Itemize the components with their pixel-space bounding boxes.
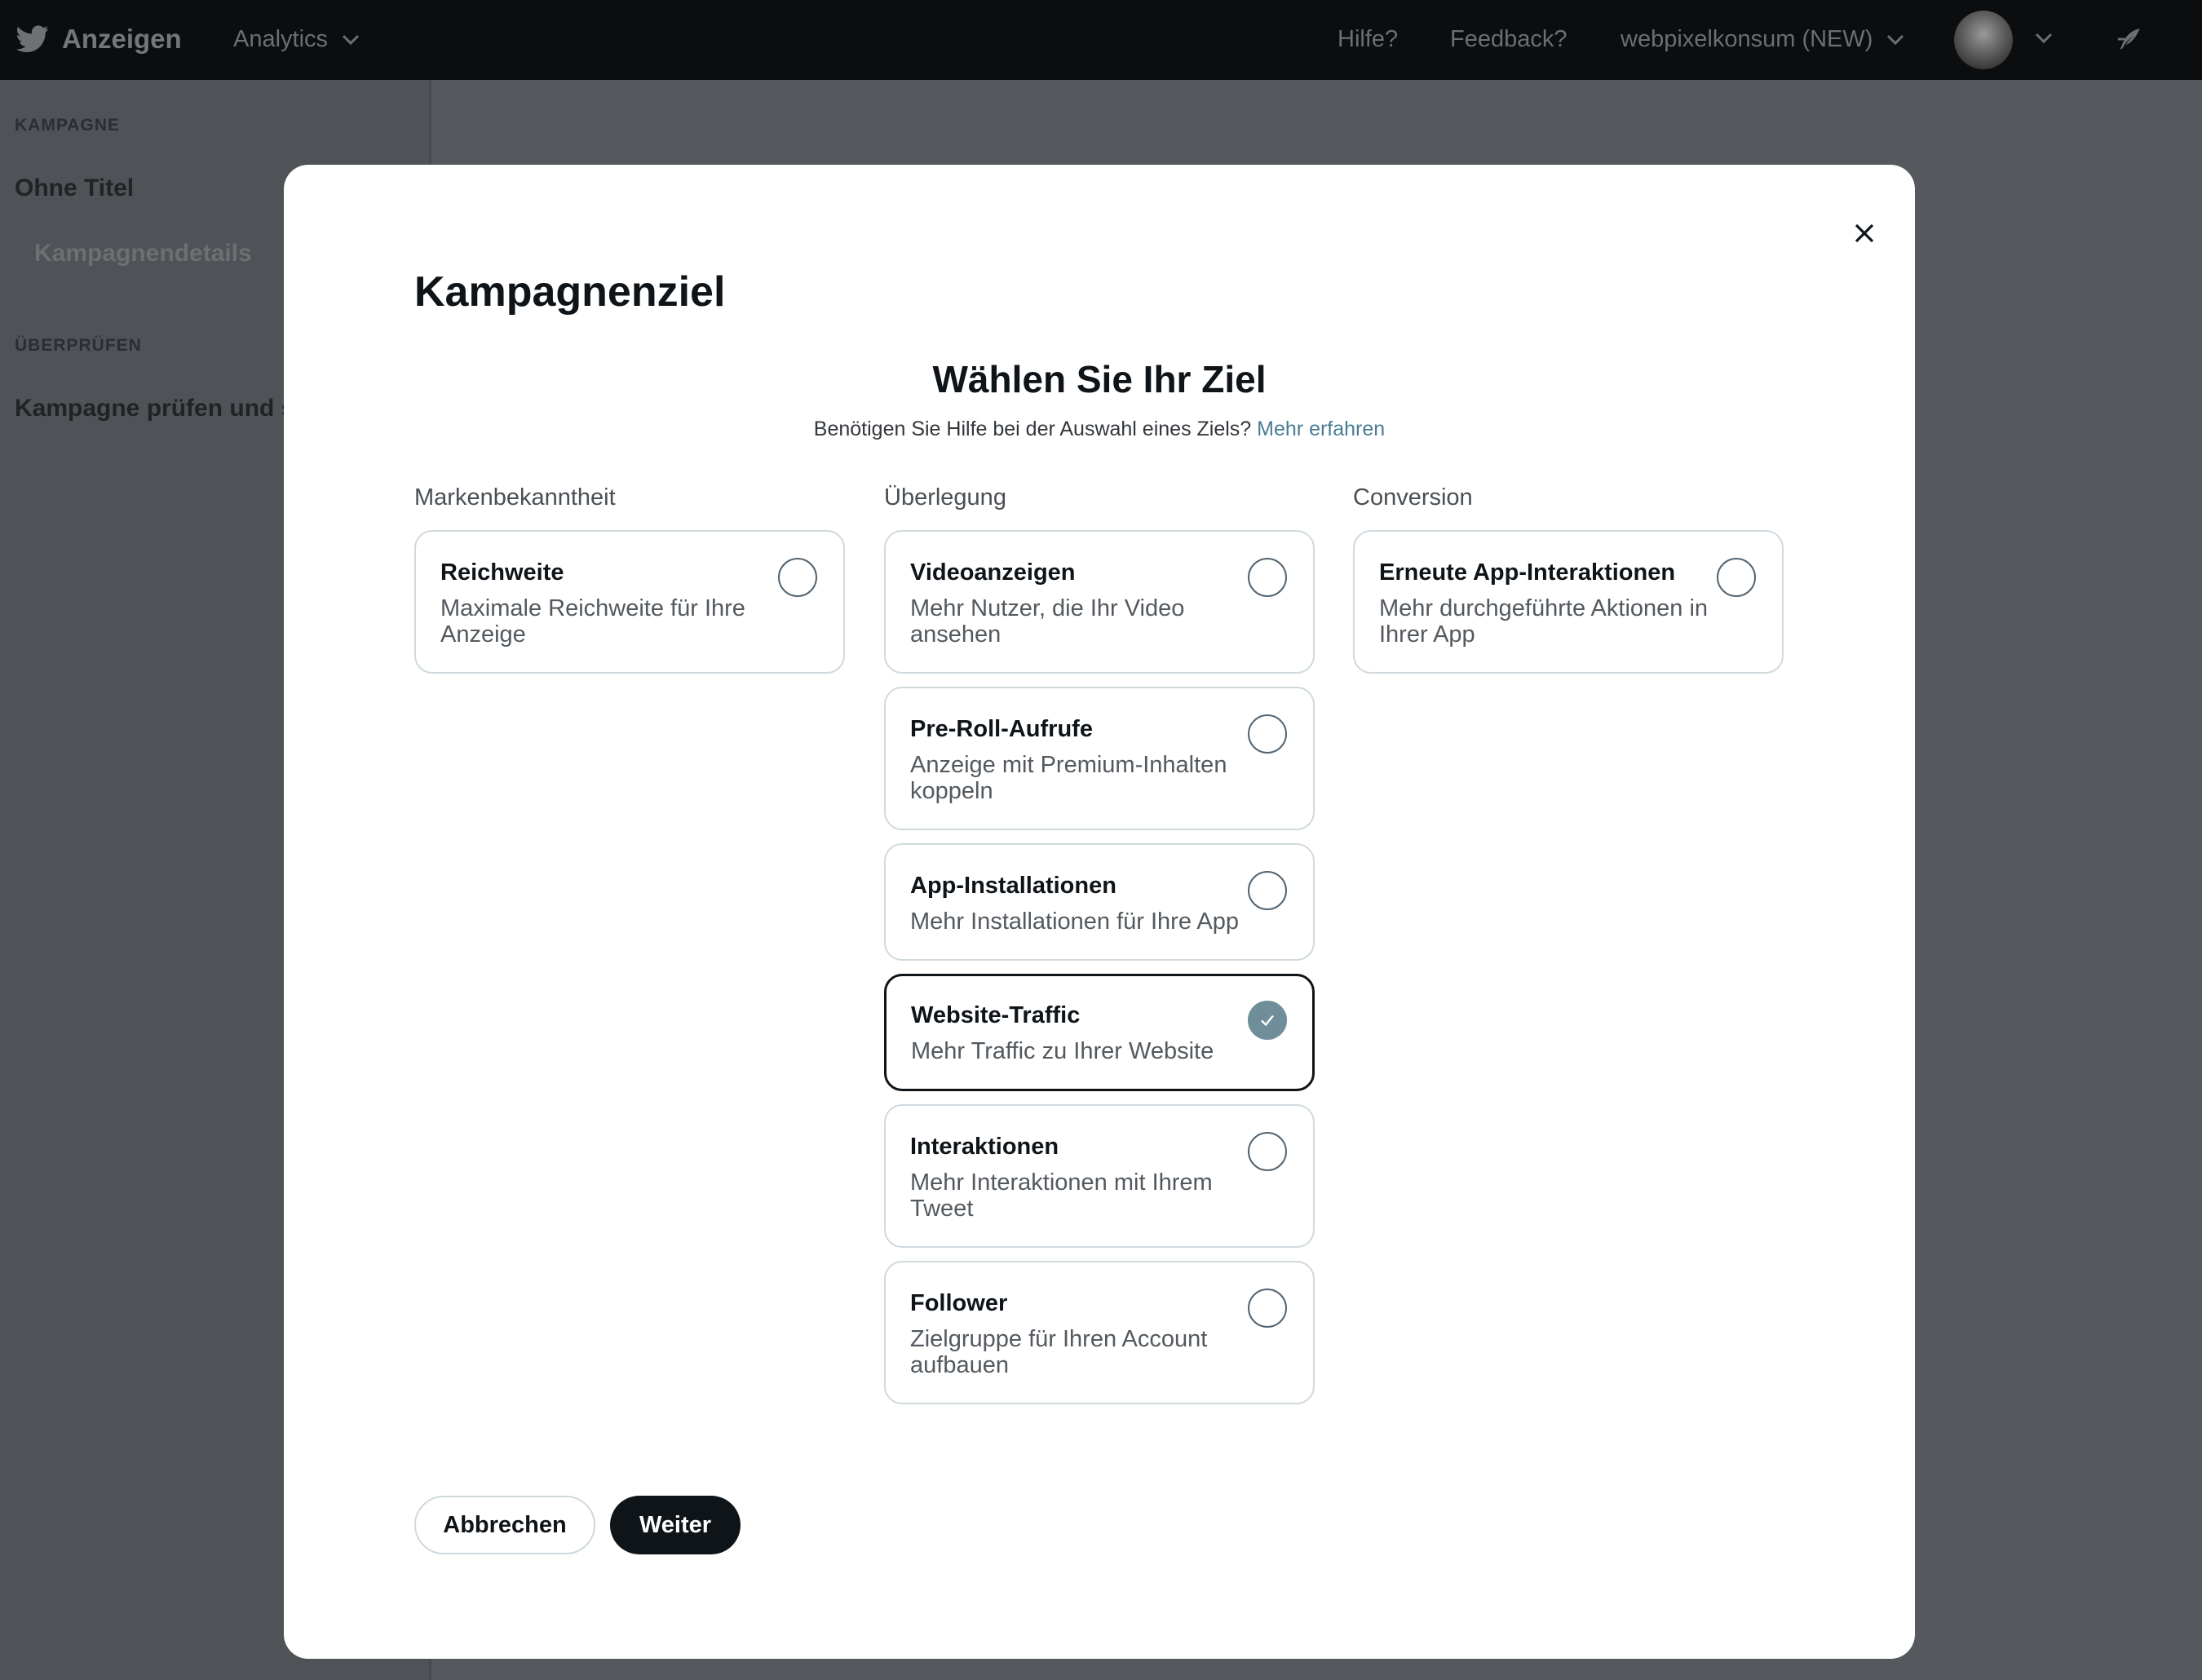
twitter-bird-icon[interactable] (16, 16, 49, 62)
option-description: Mehr durchgeführte Aktionen in Ihrer App (1379, 595, 1709, 648)
help-line: Benötigen Sie Hilfe bei der Auswahl eine… (284, 418, 1915, 441)
account-name: webpixelkonsum (NEW) (1621, 25, 1873, 52)
chevron-down-icon (341, 26, 360, 53)
objective-option-video-views[interactable]: Videoanzeigen Mehr Nutzer, die Ihr Video… (884, 530, 1315, 674)
next-button[interactable]: Weiter (610, 1496, 741, 1554)
chevron-down-icon (1886, 26, 1905, 53)
top-bar: Anzeigen Analytics Hilfe? Feedback? webp… (0, 0, 2202, 80)
column-header-consideration: Überlegung (884, 484, 1006, 511)
sidebar-item-review[interactable]: Kampagne prüfen und s (15, 395, 294, 422)
radio-button[interactable] (1248, 1289, 1287, 1328)
feedback-link[interactable]: Feedback? (1450, 16, 1567, 62)
option-description: Mehr Nutzer, die Ihr Video ansehen (910, 595, 1185, 648)
option-description: Mehr Interaktionen mit Ihrem Tweet (910, 1169, 1213, 1222)
sidebar-section-campaign: KAMPAGNE (15, 116, 120, 135)
column-header-conversion: Conversion (1353, 484, 1473, 511)
cancel-button[interactable]: Abbrechen (414, 1496, 595, 1554)
objective-option-website-traffic[interactable]: Website-Traffic Mehr Traffic zu Ihrer We… (884, 974, 1315, 1091)
analytics-label: Analytics (233, 25, 329, 52)
sidebar-item-campaign-title[interactable]: Ohne Titel (15, 175, 134, 202)
avatar (1954, 11, 2013, 69)
radio-button[interactable] (1248, 714, 1287, 754)
objective-option-engagements[interactable]: Interaktionen Mehr Interaktionen mit Ihr… (884, 1104, 1315, 1248)
radio-button[interactable] (1248, 1132, 1287, 1171)
close-button[interactable] (1842, 210, 1887, 256)
learn-more-link[interactable]: Mehr erfahren (1257, 418, 1385, 440)
compose-feather-icon[interactable] (2116, 16, 2143, 62)
option-title: Videoanzeigen (910, 559, 1076, 586)
objective-option-app-reengagements[interactable]: Erneute App-Interaktionen Mehr durchgefü… (1353, 530, 1784, 674)
option-title: Interaktionen (910, 1134, 1059, 1160)
objective-heading: Wählen Sie Ihr Ziel (932, 358, 1267, 400)
campaign-objective-dialog: Kampagnenziel Wählen Sie Ihr Ziel Benöti… (284, 165, 1915, 1659)
sidebar-item-campaign-details[interactable]: Kampagnendetails (34, 240, 252, 267)
objective-option-app-installs[interactable]: App-Installationen Mehr Installationen f… (884, 843, 1315, 961)
option-title: App-Installationen (910, 873, 1116, 899)
option-description: Maximale Reichweite für Ihre Anzeige (440, 595, 745, 648)
radio-button[interactable] (1717, 558, 1756, 597)
analytics-menu[interactable]: Analytics (233, 16, 360, 62)
radio-button-checked[interactable] (1248, 1001, 1287, 1040)
sidebar-section-review: ÜBERPRÜFEN (15, 336, 142, 355)
radio-button[interactable] (1248, 558, 1287, 597)
radio-button[interactable] (1248, 871, 1287, 910)
checkmark-icon (1261, 1015, 1274, 1027)
user-menu[interactable] (1954, 3, 2054, 77)
radio-button[interactable] (778, 558, 817, 597)
column-header-awareness: Markenbekanntheit (414, 484, 616, 511)
option-description: Mehr Installationen für Ihre App (910, 909, 1240, 935)
option-title: Erneute App-Interaktionen (1379, 559, 1676, 586)
option-title: Reichweite (440, 559, 564, 586)
brand-title[interactable]: Anzeigen (62, 16, 182, 62)
objective-option-reach[interactable]: Reichweite Maximale Reichweite für Ihre … (414, 530, 845, 674)
help-link[interactable]: Hilfe? (1338, 16, 1398, 62)
option-title: Follower (910, 1290, 1008, 1316)
account-switcher[interactable]: webpixelkonsum (NEW) (1621, 16, 1905, 62)
close-icon (1855, 223, 1874, 243)
option-description: Zielgruppe für Ihren Account aufbauen (910, 1326, 1208, 1378)
option-title: Pre-Roll-Aufrufe (910, 716, 1093, 742)
objective-option-followers[interactable]: Follower Zielgruppe für Ihren Account au… (884, 1261, 1315, 1404)
option-title: Website-Traffic (911, 1002, 1081, 1028)
help-text: Benötigen Sie Hilfe bei der Auswahl eine… (813, 418, 1252, 440)
dialog-title: Kampagnenziel (414, 268, 726, 316)
option-description: Mehr Traffic zu Ihrer Website (911, 1038, 1214, 1064)
chevron-down-icon (2034, 32, 2054, 49)
objective-option-preroll-views[interactable]: Pre-Roll-Aufrufe Anzeige mit Premium-Inh… (884, 687, 1315, 830)
option-description: Anzeige mit Premium-Inhalten koppeln (910, 752, 1227, 804)
